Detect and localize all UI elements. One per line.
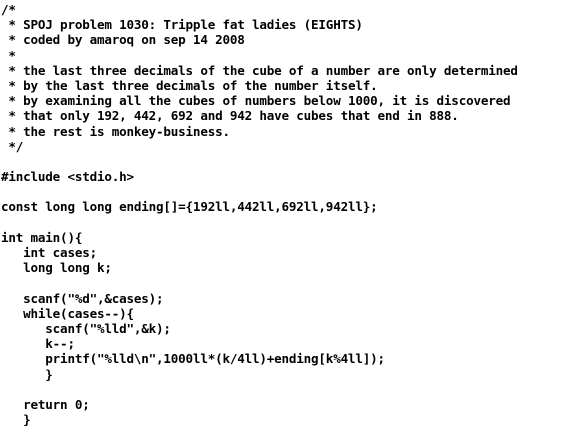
code-line: return 0;	[1, 396, 90, 412]
code-line: int cases;	[1, 245, 97, 260]
code-line: * the last three decimals of the cube of…	[1, 62, 518, 78]
code-line: int main(){	[1, 229, 83, 245]
source-code: /* * SPOJ problem 1030: Tripple fat ladi…	[0, 0, 576, 427]
code-line: }	[1, 412, 31, 428]
code-line: long long k;	[1, 260, 112, 276]
code-viewer: /* * SPOJ problem 1030: Tripple fat ladi…	[0, 0, 576, 435]
code-line: while(cases--){	[1, 305, 134, 321]
code-line: k--;	[1, 336, 75, 352]
code-line: * coded by amaroq on sep 14 2008	[1, 32, 245, 48]
code-line: scanf("%lld",&k);	[1, 320, 171, 336]
code-line: * by the last three decimals of the numb…	[1, 77, 378, 93]
code-line: *	[1, 47, 16, 63]
code-line: printf("%lld\n",1000ll*(k/4ll)+ending[k%…	[1, 351, 385, 367]
code-line: }	[1, 366, 53, 382]
code-line: */	[1, 138, 24, 154]
code-line: * by examining all the cubes of numbers …	[1, 93, 511, 109]
code-line: * that only 192, 442, 692 and 942 have c…	[1, 108, 459, 124]
code-line: scanf("%d",&cases);	[1, 290, 164, 306]
code-line: const long long ending[]={192ll,442ll,69…	[1, 199, 378, 215]
code-line: * the rest is monkey-business.	[1, 123, 230, 139]
code-line: #include <stdio.h>	[1, 169, 134, 185]
code-line: * SPOJ problem 1030: Tripple fat ladies …	[1, 17, 363, 33]
code-line: /*	[1, 2, 16, 17]
